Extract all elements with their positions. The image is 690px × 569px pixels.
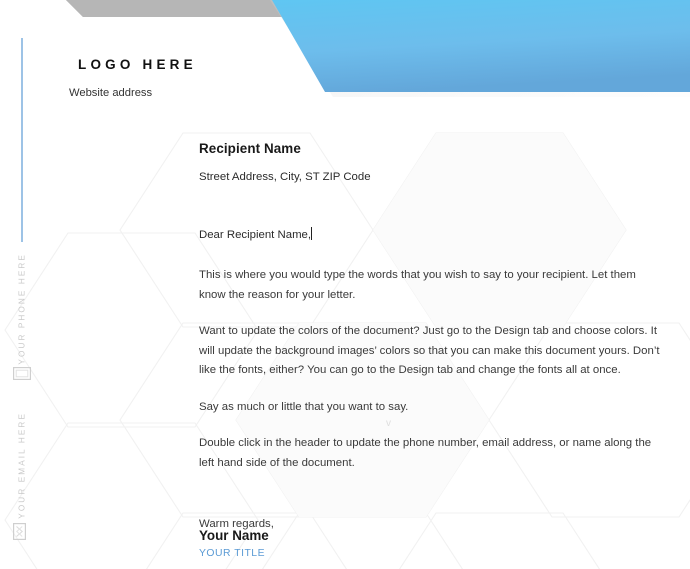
left-contact-strip: YOUR PHONE HERE YOUR EMAIL HERE <box>0 250 44 569</box>
closing-text[interactable]: Warm regards, <box>199 518 671 530</box>
email-placeholder-icon <box>13 523 26 540</box>
salutation-text[interactable]: Dear Recipient Name, <box>199 229 311 241</box>
letter-body: Recipient Name Street Address, City, ST … <box>199 141 671 530</box>
recipient-name[interactable]: Recipient Name <box>199 141 671 156</box>
salutation-line: Dear Recipient Name, <box>199 183 671 243</box>
website-address-text[interactable]: Website address <box>69 87 152 99</box>
body-paragraph-4[interactable]: Double click in the header to update the… <box>199 434 661 473</box>
letter-page: LOGO HERE Website address YOUR PHONE HER… <box>0 0 690 569</box>
left-accent-rule <box>21 38 23 242</box>
banner-blue-shape <box>272 0 690 92</box>
sidebar-email-label[interactable]: YOUR EMAIL HERE <box>18 412 27 519</box>
signature-title[interactable]: YOUR TITLE <box>199 548 269 559</box>
logo-placeholder-text[interactable]: LOGO HERE <box>78 57 197 72</box>
sidebar-phone-label[interactable]: YOUR PHONE HERE <box>18 253 27 365</box>
text-cursor <box>311 227 313 240</box>
body-paragraph-1[interactable]: This is where you would type the words t… <box>199 266 661 305</box>
signature-name[interactable]: Your Name <box>199 528 269 543</box>
recipient-address[interactable]: Street Address, City, ST ZIP Code <box>199 171 671 183</box>
phone-placeholder-icon <box>13 367 31 380</box>
body-paragraph-2[interactable]: Want to update the colors of the documen… <box>199 322 661 381</box>
signature-block: Your Name YOUR TITLE <box>199 528 269 559</box>
stray-watermark-mark: v <box>386 418 391 429</box>
body-paragraph-3[interactable]: Say as much or little that you want to s… <box>199 398 661 418</box>
